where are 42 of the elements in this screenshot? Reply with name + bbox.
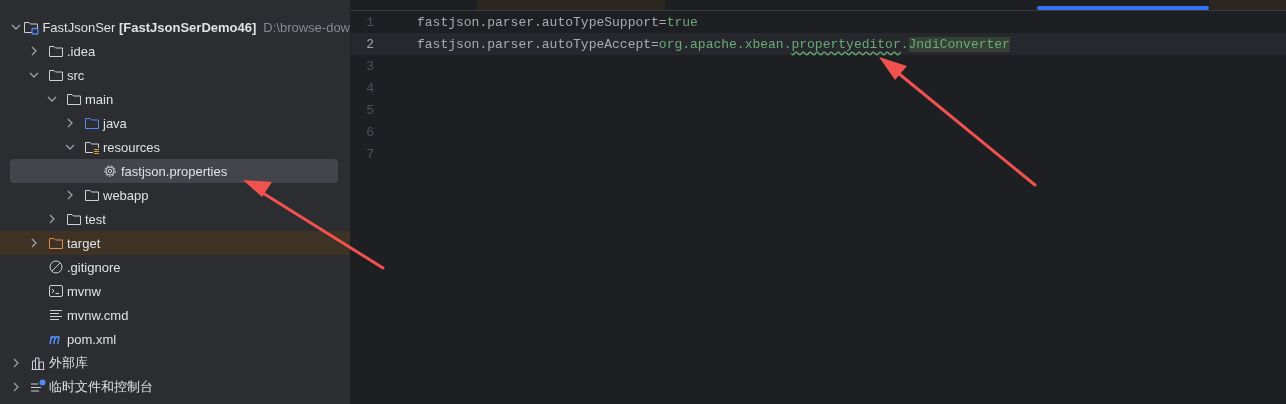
folder-icon [84, 187, 100, 203]
resource-folder-icon [84, 139, 100, 155]
tree-item-label[interactable]: FastJsonSer [FastJsonSerDemo46] [42, 19, 257, 35]
project-path: D:\browse-dow [263, 19, 350, 35]
tree-item-label[interactable]: webapp [103, 187, 149, 203]
tree-item-label[interactable]: mvnw [67, 283, 101, 299]
project-folder-icon [23, 19, 40, 35]
folder-icon [48, 235, 64, 251]
selected-tree-row[interactable]: fastjson.properties [10, 159, 338, 183]
property-value: true [666, 14, 698, 30]
tree-item-label[interactable]: target [67, 235, 101, 251]
folder-icon [66, 211, 82, 227]
tree-item-label[interactable]: 临时文件和控制台 [49, 378, 153, 396]
property-value: org.apache.xbean. [658, 36, 792, 52]
highlighted-identifier: JndiConverter [908, 36, 1010, 52]
folder-icon [48, 43, 64, 59]
folder-icon [48, 67, 64, 83]
tree-item-label[interactable]: .idea [67, 43, 96, 59]
tree-item-label[interactable]: pom.xml [67, 331, 117, 347]
tree-item-label[interactable]: test [85, 211, 106, 227]
terminal-icon [48, 283, 64, 299]
tree-item-label[interactable]: resources [103, 139, 161, 155]
text-lines-icon [48, 307, 64, 323]
line-number: 2 [365, 36, 374, 52]
tree-item-label[interactable]: .gitignore [67, 259, 121, 275]
folder-icon [66, 91, 82, 107]
tree-item-label[interactable]: java [103, 115, 127, 131]
property-key: fastjson.parser.autoTypeSupport= [417, 14, 667, 30]
folder-icon [84, 115, 100, 131]
tree-item-label[interactable]: main [85, 91, 114, 107]
property-value: . [900, 36, 909, 52]
tree-item-label[interactable]: fastjson.properties [121, 163, 228, 179]
gear-icon [102, 163, 118, 179]
tree-item-label[interactable]: src [67, 67, 85, 83]
tree-item-label[interactable]: mvnw.cmd [67, 307, 129, 323]
prohibited-icon [48, 259, 64, 275]
scratches-icon [30, 379, 46, 395]
tree-item-label[interactable]: 外部库 [49, 354, 88, 372]
typo-underlined-text: propertyeditor [791, 36, 901, 52]
library-icon [30, 355, 46, 371]
property-key: fastjson.parser.autoTypeAccept= [417, 36, 659, 52]
excluded-tree-row[interactable]: target [0, 231, 350, 255]
